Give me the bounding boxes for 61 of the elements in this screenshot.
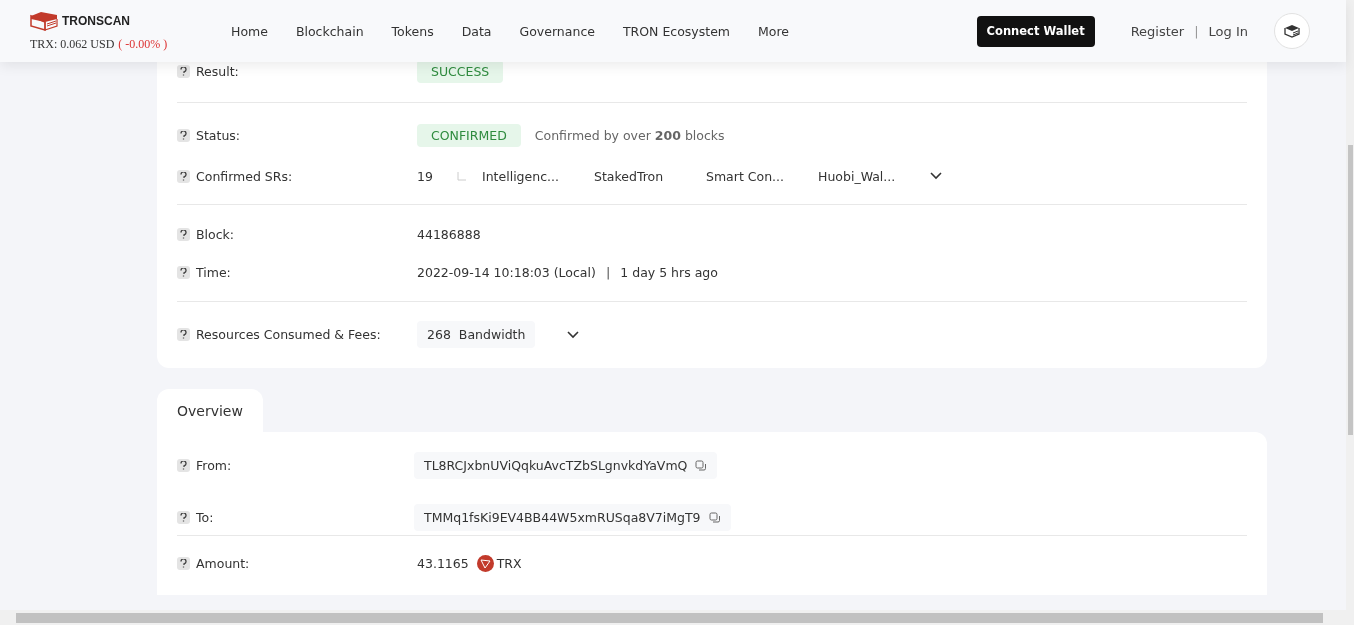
cube-icon <box>1284 24 1300 38</box>
result-badge: SUCCESS <box>417 60 504 83</box>
resource-chip: 268 Bandwidth <box>417 321 536 348</box>
login-link[interactable]: Log In <box>1208 23 1248 39</box>
help-icon[interactable] <box>177 169 190 183</box>
field-label: Time: <box>196 264 231 280</box>
help-icon[interactable] <box>177 65 190 78</box>
separator: | <box>1194 23 1199 39</box>
nav-link[interactable]: Data <box>447 23 506 39</box>
price-change: ( -0.00% ) <box>118 36 168 52</box>
field-label: Result: <box>196 64 239 79</box>
coin-icon <box>476 554 494 572</box>
field-label: From: <box>196 458 232 473</box>
help-icon[interactable] <box>177 556 190 570</box>
help-icon[interactable] <box>177 459 190 472</box>
copy-icon[interactable] <box>708 511 721 524</box>
copy-icon[interactable] <box>695 459 708 472</box>
academy-button[interactable] <box>1274 13 1310 49</box>
nav-link[interactable]: TRON Ecosystem <box>608 23 745 39</box>
help-icon[interactable] <box>177 265 190 279</box>
time-ago: 1 day 5 hrs ago <box>620 264 718 280</box>
sr-name[interactable]: Intelligenc... <box>482 168 594 184</box>
block-number[interactable]: 44186888 <box>417 226 481 242</box>
address-chip: TMMq1fsKi9EV4BB44W5xmRUSqa8V7iMgT9 <box>414 504 731 531</box>
help-icon[interactable] <box>177 227 190 241</box>
overview-tab[interactable]: Overview <box>157 389 263 432</box>
help-icon[interactable] <box>177 328 190 341</box>
trx-price: TRX: 0.062 USD <box>30 36 115 52</box>
field-label: Block: <box>196 226 235 242</box>
connect-wallet-button[interactable]: Connect Wallet <box>976 15 1095 47</box>
help-icon[interactable] <box>177 129 190 142</box>
field-label: Amount: <box>196 555 250 571</box>
register-link[interactable]: Register <box>1130 23 1185 39</box>
field-label: Resources Consumed & Fees: <box>196 327 381 342</box>
horizontal-scrollbar[interactable] <box>0 610 1354 625</box>
address-chip: TL8RCJxbnUViQqkuAvcTZbSLgnvkdYaVmQ <box>414 452 718 479</box>
brand-name[interactable]: TRONSCAN <box>62 13 130 28</box>
separator: | <box>605 264 611 280</box>
nav-link[interactable]: Governance <box>505 23 609 39</box>
amount-value: 43.1165 <box>417 555 469 571</box>
logo-icon <box>30 10 58 31</box>
nav-link[interactable]: More <box>744 23 804 39</box>
chevron-down-icon[interactable] <box>930 172 942 180</box>
nav-link[interactable]: Home <box>217 23 282 39</box>
vertical-scrollbar[interactable] <box>1346 0 1354 610</box>
chevron-down-icon[interactable] <box>567 330 580 339</box>
status-badge: CONFIRMED <box>417 124 521 147</box>
corner-icon <box>457 171 466 181</box>
sr-name[interactable]: Huobi_Wal... <box>818 168 930 184</box>
sr-count: 19 <box>417 168 434 184</box>
field-label: Status: <box>196 128 241 143</box>
token-symbol[interactable]: TRX <box>496 555 522 571</box>
timestamp: 2022-09-14 10:18:03 (Local) <box>417 264 596 280</box>
nav-link[interactable]: Tokens <box>377 23 448 39</box>
help-icon[interactable] <box>177 511 190 524</box>
field-label: Confirmed SRs: <box>196 168 293 184</box>
sr-name[interactable]: StakedTron <box>594 168 706 184</box>
nav-link[interactable]: Blockchain <box>281 23 378 39</box>
sr-name[interactable]: Smart Con... <box>706 168 818 184</box>
field-label: To: <box>196 510 214 525</box>
confirmation-note: Confirmed by over 200 blocks <box>534 128 725 143</box>
